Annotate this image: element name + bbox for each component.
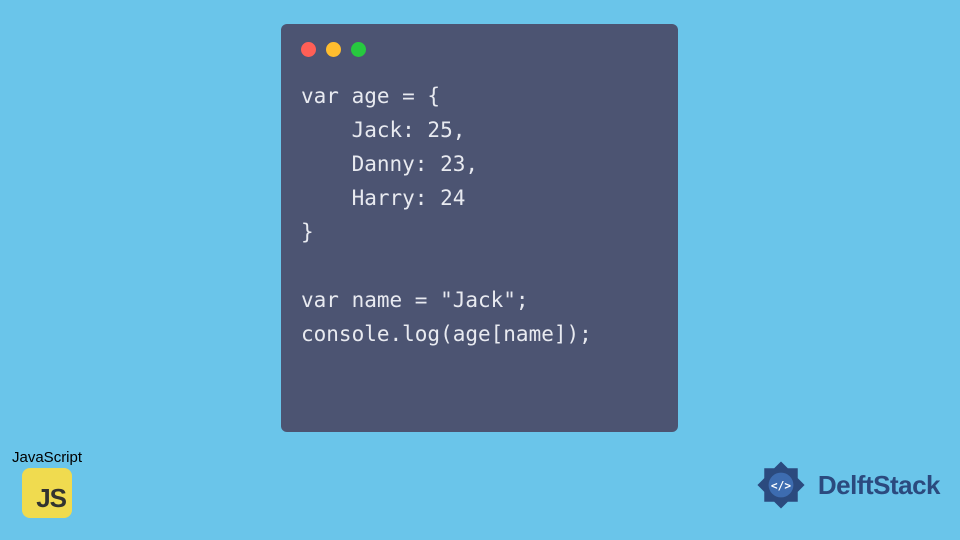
javascript-logo-icon: JS	[22, 468, 72, 518]
minimize-icon	[326, 42, 341, 57]
close-icon	[301, 42, 316, 57]
javascript-badge: JavaScript JS	[12, 449, 82, 518]
delftstack-logo-icon: </>	[750, 454, 812, 516]
maximize-icon	[351, 42, 366, 57]
svg-text:</>: </>	[771, 479, 791, 492]
code-content: var age = { Jack: 25, Danny: 23, Harry: …	[301, 79, 658, 351]
code-window: var age = { Jack: 25, Danny: 23, Harry: …	[281, 24, 678, 432]
javascript-label: JavaScript	[12, 449, 82, 466]
window-controls	[301, 42, 658, 57]
javascript-logo-text: JS	[36, 483, 66, 514]
delftstack-badge: </> DelftStack	[750, 454, 940, 516]
delftstack-text: DelftStack	[818, 470, 940, 501]
